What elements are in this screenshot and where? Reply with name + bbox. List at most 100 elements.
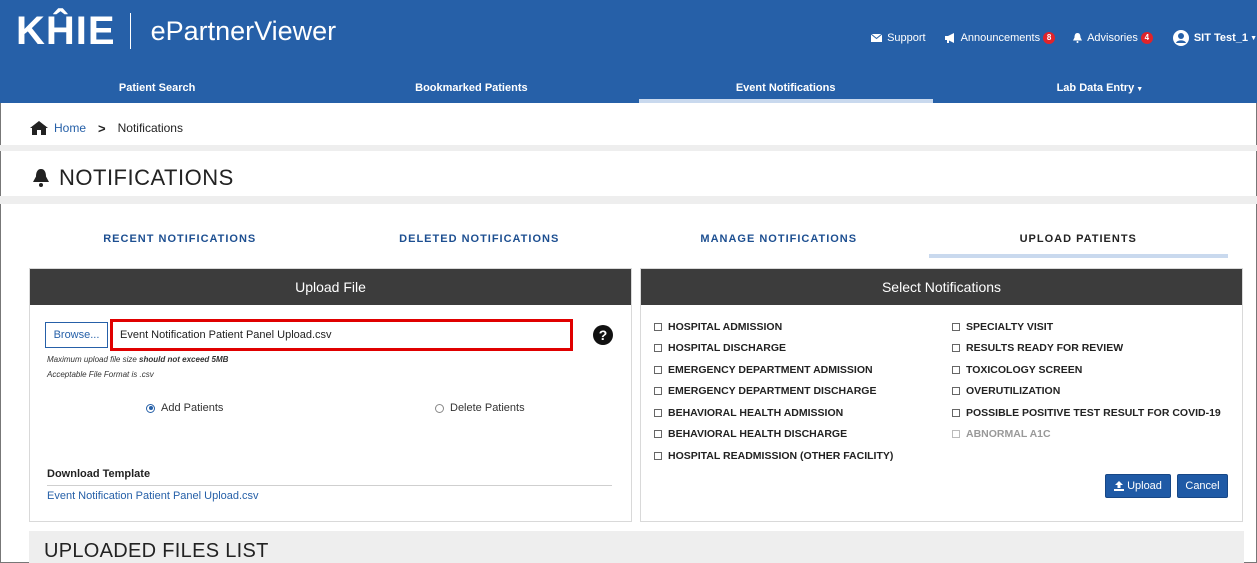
checkbox-box[interactable] xyxy=(952,387,960,395)
checkbox-hospital-admission[interactable]: HOSPITAL ADMISSION xyxy=(654,321,782,333)
advisories-badge: 4 xyxy=(1140,32,1153,44)
radio-delete-patients[interactable]: Delete Patients xyxy=(435,402,525,414)
upload-icon xyxy=(1114,481,1125,491)
envelope-icon xyxy=(871,34,883,42)
checkbox-hospital-readmission[interactable]: HOSPITAL READMISSION (OTHER FACILITY) xyxy=(654,450,893,462)
checkbox-box[interactable] xyxy=(952,366,960,374)
checkbox-box[interactable] xyxy=(952,409,960,417)
checkbox-box[interactable] xyxy=(654,387,662,395)
radio-delete-patients-dot[interactable] xyxy=(435,403,444,413)
upload-file-panel: Upload File Browse... Event Notification… xyxy=(29,268,632,522)
checkbox-toxicology-screen[interactable]: TOXICOLOGY SCREEN xyxy=(952,364,1082,376)
upload-size-hint-bold: should not exceed 5MB xyxy=(139,355,229,364)
checkbox-abnormal-a1c: ABNORMAL A1C xyxy=(952,428,1051,440)
upload-format-hint: Acceptable File Format is .csv xyxy=(47,370,154,379)
caret-down-icon: ▼ xyxy=(1136,86,1144,93)
user-circle-icon xyxy=(1172,30,1189,46)
radio-add-patients[interactable]: Add Patients xyxy=(146,402,223,414)
upload-file-header: Upload File xyxy=(30,269,631,305)
support-label: Support xyxy=(887,32,926,44)
page-title: NOTIFICATIONS xyxy=(33,165,234,191)
app-name: ePartnerViewer xyxy=(150,16,337,46)
brand-divider xyxy=(129,13,131,49)
bell-icon xyxy=(1073,33,1083,43)
checkbox-bh-discharge[interactable]: BEHAVIORAL HEALTH DISCHARGE xyxy=(654,428,847,440)
checkbox-box[interactable] xyxy=(952,344,960,352)
download-template-link[interactable]: Event Notification Patient Panel Upload.… xyxy=(47,490,259,502)
checkbox-box[interactable] xyxy=(654,344,662,352)
nav-lab-data-entry[interactable]: Lab Data Entry ▼ xyxy=(943,78,1257,103)
breadcrumb-home[interactable]: Home xyxy=(54,121,86,135)
checkbox-results-ready[interactable]: RESULTS READY FOR REVIEW xyxy=(952,342,1123,354)
select-notifications-header: Select Notifications xyxy=(641,269,1242,305)
nav-event-notifications[interactable]: Event Notifications xyxy=(629,78,943,103)
nav-patient-search[interactable]: Patient Search xyxy=(0,78,314,103)
bell-icon xyxy=(33,169,49,187)
notification-tabs: RECENT NOTIFICATIONS DELETED NOTIFICATIO… xyxy=(30,228,1228,258)
advisories-link[interactable]: Advisories 4 xyxy=(1073,32,1153,44)
breadcrumb: Home > Notifications xyxy=(30,118,183,138)
radio-add-patients-label: Add Patients xyxy=(161,402,224,414)
question-circle-icon[interactable]: ? xyxy=(593,325,613,345)
browse-button[interactable]: Browse... xyxy=(45,322,108,348)
tab-upload-patients[interactable]: UPLOAD PATIENTS xyxy=(928,228,1229,258)
checkbox-covid-positive[interactable]: POSSIBLE POSITIVE TEST RESULT FOR COVID-… xyxy=(952,407,1221,419)
page-title-text: NOTIFICATIONS xyxy=(59,165,234,190)
checkbox-label: HOSPITAL ADMISSION xyxy=(668,321,783,333)
checkbox-overutilization[interactable]: OVERUTILIZATION xyxy=(952,385,1060,397)
uploaded-files-title: UPLOADED FILES LIST xyxy=(44,540,269,562)
support-link[interactable]: Support xyxy=(871,32,926,44)
uploaded-files-section: UPLOADED FILES LIST xyxy=(29,531,1244,563)
checkbox-label: POSSIBLE POSITIVE TEST RESULT FOR COVID-… xyxy=(966,407,1221,419)
home-icon[interactable] xyxy=(30,121,48,135)
checkbox-label: EMERGENCY DEPARTMENT ADMISSION xyxy=(668,364,873,376)
tab-recent-notifications[interactable]: RECENT NOTIFICATIONS xyxy=(30,228,330,258)
checkbox-label: SPECIALTY VISIT xyxy=(966,321,1054,333)
top-bar: KĤIE ePartnerViewer Support Announcement… xyxy=(0,0,1257,78)
checkbox-label: ABNORMAL A1C xyxy=(966,428,1051,440)
checkbox-box[interactable] xyxy=(952,323,960,331)
checkbox-box[interactable] xyxy=(654,452,662,460)
checkbox-box[interactable] xyxy=(654,366,662,374)
checkbox-ed-discharge[interactable]: EMERGENCY DEPARTMENT DISCHARGE xyxy=(654,385,876,397)
breadcrumb-current: Notifications xyxy=(117,121,183,135)
checkbox-label: BEHAVIORAL HEALTH ADMISSION xyxy=(668,407,844,419)
cancel-button[interactable]: Cancel xyxy=(1177,474,1228,498)
checkbox-label: HOSPITAL DISCHARGE xyxy=(668,342,787,354)
advisories-label: Advisories xyxy=(1087,32,1138,44)
checkbox-box[interactable] xyxy=(654,409,662,417)
user-menu[interactable]: SIT Test_1 ▼ xyxy=(1172,30,1257,46)
tab-deleted-notifications[interactable]: DELETED NOTIFICATIONS xyxy=(330,228,630,258)
utility-links: Support Announcements 8 Advisories 4 SIT… xyxy=(853,27,1257,49)
checkbox-label: BEHAVIORAL HEALTH DISCHARGE xyxy=(668,428,848,440)
checkbox-label: OVERUTILIZATION xyxy=(966,385,1061,397)
nav-lab-data-entry-label: Lab Data Entry xyxy=(1056,82,1135,94)
checkbox-box[interactable] xyxy=(654,323,662,331)
checkbox-box xyxy=(952,430,960,438)
checkbox-label: TOXICOLOGY SCREEN xyxy=(966,364,1083,376)
main-nav: Patient Search Bookmarked Patients Event… xyxy=(0,78,1257,103)
brand[interactable]: KĤIE ePartnerViewer xyxy=(16,10,336,52)
download-divider xyxy=(47,485,612,486)
tab-manage-notifications[interactable]: MANAGE NOTIFICATIONS xyxy=(629,228,929,258)
checkbox-specialty-visit[interactable]: SPECIALTY VISIT xyxy=(952,321,1053,333)
radio-delete-patients-label: Delete Patients xyxy=(450,402,525,414)
checkbox-hospital-discharge[interactable]: HOSPITAL DISCHARGE xyxy=(654,342,786,354)
checkbox-box[interactable] xyxy=(654,430,662,438)
checkbox-label: HOSPITAL READMISSION (OTHER FACILITY) xyxy=(668,450,894,462)
announcements-link[interactable]: Announcements 8 xyxy=(944,32,1056,44)
chevron-right-icon: > xyxy=(98,120,106,136)
checkbox-bh-admission[interactable]: BEHAVIORAL HEALTH ADMISSION xyxy=(654,407,843,419)
upload-size-hint-prefix: Maximum upload file size xyxy=(47,355,137,364)
announcements-label: Announcements xyxy=(960,32,1041,44)
file-name-field[interactable]: Event Notification Patient Panel Upload.… xyxy=(110,319,573,351)
divider-band xyxy=(0,145,1257,151)
announcements-badge: 8 xyxy=(1043,32,1056,44)
radio-add-patients-dot[interactable] xyxy=(146,403,155,413)
select-notifications-panel: Select Notifications HOSPITAL ADMISSION … xyxy=(640,268,1243,522)
checkbox-ed-admission[interactable]: EMERGENCY DEPARTMENT ADMISSION xyxy=(654,364,873,376)
checkbox-label: RESULTS READY FOR REVIEW xyxy=(966,342,1124,354)
nav-bookmarked-patients[interactable]: Bookmarked Patients xyxy=(314,78,628,103)
user-name: SIT Test_1 xyxy=(1193,32,1249,44)
upload-button[interactable]: Upload xyxy=(1105,474,1171,498)
